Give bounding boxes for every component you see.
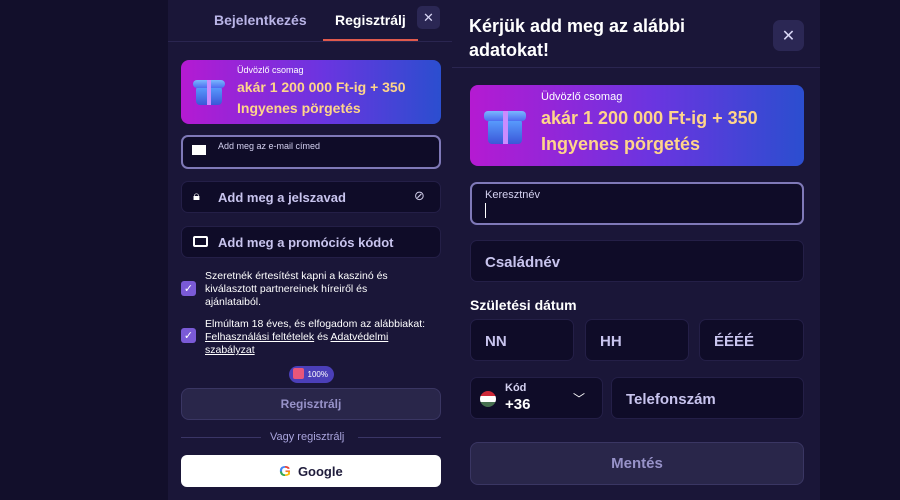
first-name-field[interactable]: Keresztnév: [470, 182, 804, 225]
progress-value: 100%: [307, 370, 328, 379]
header-divider: [452, 67, 820, 68]
divider-text: Vagy regisztrálj: [270, 431, 345, 443]
hungary-flag-icon: [480, 391, 496, 407]
welcome-banner-large: Üdvözlő csomag akár 1 200 000 Ft-ig + 35…: [470, 85, 804, 166]
promo-code-field[interactable]: Add meg a promóciós kódot: [181, 226, 441, 258]
birth-date-label: Születési dátum: [470, 297, 577, 313]
ticket-icon: [193, 236, 208, 247]
terms-consent-text: Elmúltam 18 éves, és elfogadom az alábbi…: [205, 318, 430, 357]
backdrop-right: [820, 0, 900, 500]
terms-mid: és: [314, 331, 331, 343]
terms-of-use-link[interactable]: Felhasználási feltételek: [205, 331, 314, 343]
banner-title-line1: akár 1 200 000 Ft-ig + 350: [541, 108, 758, 128]
progress-badge: 100%: [289, 366, 334, 383]
last-name-placeholder: Családnév: [485, 254, 561, 271]
password-placeholder: Add meg a jelszavad: [218, 190, 346, 205]
newsletter-checkbox[interactable]: ✓: [181, 281, 196, 296]
eye-off-icon[interactable]: ⊘: [414, 188, 425, 204]
close-button[interactable]: ✕: [773, 20, 804, 51]
phone-placeholder: Telefonszám: [626, 391, 716, 408]
promo-placeholder: Add meg a promóciós kódot: [218, 235, 394, 250]
active-tab-indicator: [323, 39, 418, 41]
gift-icon: [484, 103, 526, 145]
password-field[interactable]: 🔒︎ Add meg a jelszavad ⊘: [181, 181, 441, 213]
terms-prefix: Elmúltam 18 éves, és elfogadom az alábbi…: [205, 318, 426, 330]
gift-icon: [193, 74, 225, 106]
google-icon: G: [279, 462, 291, 480]
banner-title-line1: akár 1 200 000 Ft-ig + 350: [237, 79, 406, 95]
backdrop-left: [0, 0, 168, 500]
chevron-down-icon: ﹀: [573, 392, 586, 406]
gift-icon: [293, 368, 304, 379]
divider-left: [181, 437, 261, 438]
banner-title-line2: Ingyenes pörgetés: [237, 100, 361, 116]
terms-checkbox[interactable]: ✓: [181, 328, 196, 343]
tab-register[interactable]: Regisztrálj: [335, 12, 406, 28]
banner-label: Üdvözlő csomag: [541, 91, 623, 103]
phone-number-field[interactable]: Telefonszám: [611, 377, 804, 419]
close-icon: ✕: [423, 9, 434, 25]
birth-year-field[interactable]: ÉÉÉÉ: [699, 319, 804, 361]
first-name-label: Keresztnév: [485, 189, 541, 201]
divider-right: [358, 437, 441, 438]
tab-login[interactable]: Bejelentkezés: [214, 12, 307, 28]
panel-title: Kérjük add meg az alábbi adatokat!: [469, 16, 686, 60]
first-name-input[interactable]: [485, 203, 486, 218]
email-label: Add meg az e-mail címed: [218, 141, 321, 151]
newsletter-consent-text: Szeretnék értesítést kapni a kaszinó és …: [205, 270, 388, 308]
google-button-label: Google: [297, 463, 343, 479]
country-code-label: Kód: [505, 382, 527, 394]
country-code-value: +36: [505, 396, 531, 413]
birth-month-placeholder: HH: [600, 333, 622, 350]
google-signup-button[interactable]: G Google: [181, 455, 441, 487]
close-button[interactable]: ✕: [417, 6, 440, 29]
lock-icon: 🔒︎: [193, 188, 200, 203]
registration-panel: Bejelentkezés Regisztrálj ✕ Üdvözlő csom…: [168, 0, 452, 500]
envelope-icon: [192, 145, 206, 155]
welcome-banner: Üdvözlő csomag akár 1 200 000 Ft-ig + 35…: [181, 60, 441, 124]
save-button[interactable]: Mentés: [470, 442, 804, 485]
birth-year-placeholder: ÉÉÉÉ: [714, 333, 755, 350]
auth-tabs: Bejelentkezés Regisztrálj ✕: [168, 0, 452, 42]
birth-month-field[interactable]: HH: [585, 319, 689, 361]
email-field[interactable]: Add meg az e-mail címed: [181, 135, 441, 169]
birth-day-placeholder: NN: [485, 333, 507, 350]
close-icon: ✕: [781, 27, 796, 45]
birth-day-field[interactable]: NN: [470, 319, 574, 361]
banner-title-line2: Ingyenes pörgetés: [541, 134, 701, 154]
banner-label: Üdvözlő csomag: [237, 65, 304, 75]
country-code-select[interactable]: Kód +36 ﹀: [470, 377, 603, 419]
register-button[interactable]: Regisztrálj: [181, 388, 441, 420]
last-name-field[interactable]: Családnév: [470, 240, 804, 282]
